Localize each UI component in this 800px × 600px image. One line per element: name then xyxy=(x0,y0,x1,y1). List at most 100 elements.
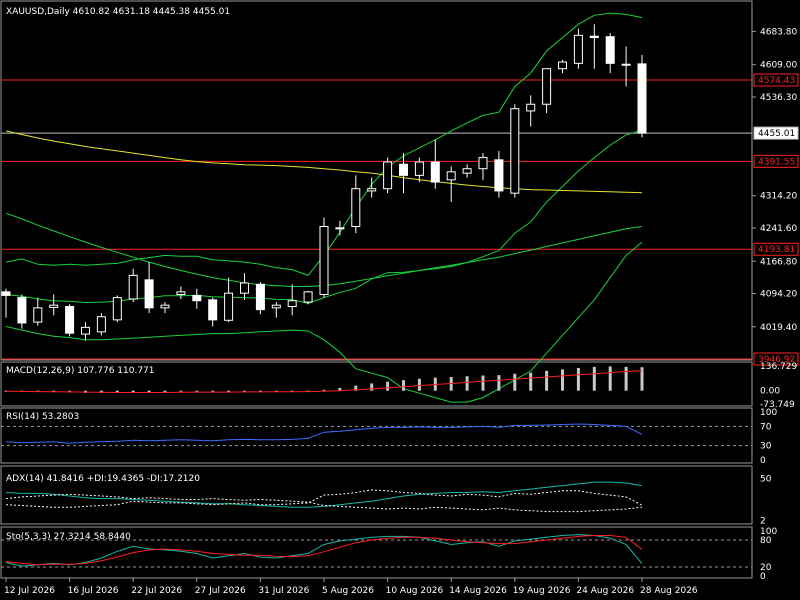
x-axis-tick-label: 5 Aug 2026 xyxy=(322,586,374,596)
candle-bull[interactable] xyxy=(240,282,249,294)
candle-bear[interactable] xyxy=(399,163,408,176)
candle-bull[interactable] xyxy=(128,274,138,300)
macd-histogram-bar xyxy=(417,378,421,391)
candle-bull[interactable] xyxy=(462,168,472,174)
macd-histogram-bar xyxy=(624,366,628,391)
candle-bull[interactable] xyxy=(510,108,520,194)
candle-bull[interactable] xyxy=(319,225,329,296)
candle-bull[interactable] xyxy=(335,227,345,230)
y-axis-tick-label: 2 xyxy=(760,516,766,526)
y-axis-tick-label: 4094.20 xyxy=(760,290,797,300)
candle-bull[interactable] xyxy=(224,292,234,321)
price-tag-label: 4455.01 xyxy=(758,129,795,139)
y-axis-tick-label: 30 xyxy=(760,442,772,452)
macd-histogram-bar xyxy=(576,367,580,391)
candle-bull[interactable] xyxy=(558,61,567,70)
x-axis-tick-label: 14 Aug 2026 xyxy=(449,586,507,596)
candle-bear[interactable] xyxy=(65,306,75,334)
y-axis-tick-label: 0.00 xyxy=(760,387,780,397)
macd-histogram-bar xyxy=(481,375,485,391)
y-axis-tick-label: 4241.60 xyxy=(760,224,797,234)
macd-histogram-bar xyxy=(561,369,564,391)
macd-histogram-bar xyxy=(147,390,151,393)
y-axis-tick-label: 50 xyxy=(760,475,772,485)
macd-histogram-bar xyxy=(513,373,517,391)
x-axis-tick-label: 31 Jul 2026 xyxy=(258,586,309,596)
price-tag-label: 4391.55 xyxy=(758,157,795,167)
x-axis-tick-label: 28 Aug 2026 xyxy=(640,586,698,596)
candle-bull[interactable] xyxy=(49,304,59,308)
candle-bull[interactable] xyxy=(367,188,377,192)
y-axis-tick-label: 100 xyxy=(760,408,777,418)
candle-bull[interactable] xyxy=(542,68,552,105)
candle-bull[interactable] xyxy=(383,161,393,190)
candle-bull[interactable] xyxy=(112,297,122,321)
symbol-header: XAUUSD,Daily 4610.82 4631.18 4445.38 445… xyxy=(6,7,230,17)
trading-chart[interactable]: XAUUSD,Daily 4610.82 4631.18 4445.38 445… xyxy=(0,0,800,600)
candle-bull[interactable] xyxy=(176,291,186,296)
y-axis-tick-label: 4536.30 xyxy=(760,93,797,103)
price-tag-label: 4193.81 xyxy=(758,245,795,255)
y-axis-tick-label: 4683.80 xyxy=(760,27,797,37)
y-axis-tick-label: 4019.40 xyxy=(760,323,797,333)
y-axis-tick-label: 0 xyxy=(760,456,766,466)
macd-histogram-bar xyxy=(370,383,374,391)
price-tag-label: 4574.43 xyxy=(758,76,795,86)
y-axis-tick-label: 4609.00 xyxy=(760,61,797,71)
x-axis-tick-label: 10 Aug 2026 xyxy=(386,586,444,596)
candle-bear[interactable] xyxy=(494,159,504,192)
candle-bull[interactable] xyxy=(446,171,456,181)
candle-bear[interactable] xyxy=(430,161,440,183)
macd-histogram-bar xyxy=(386,381,390,391)
candle-bull[interactable] xyxy=(33,307,43,323)
candle-bear[interactable] xyxy=(589,35,599,39)
macd-histogram-bar xyxy=(163,390,167,392)
candle-bull[interactable] xyxy=(303,291,313,303)
macd-histogram-bar xyxy=(402,380,405,391)
rsi-label: RSI(14) 53.2803 xyxy=(6,412,79,422)
candle-bear[interactable] xyxy=(208,299,218,321)
x-axis-tick-label: 16 Jul 2026 xyxy=(68,586,119,596)
sto-label: Sto(5,3,3) 27.3214 58.8440 xyxy=(6,532,131,542)
x-axis-tick-label: 12 Jul 2026 xyxy=(4,586,55,596)
macd-histogram-bar xyxy=(322,389,326,391)
candle-bear[interactable] xyxy=(17,297,27,324)
macd-histogram-bar xyxy=(179,390,183,392)
candle-bull[interactable] xyxy=(160,304,170,309)
candle-bull[interactable] xyxy=(96,316,106,333)
y-axis-tick-label: 4166.80 xyxy=(760,257,797,267)
macd-histogram-bar xyxy=(529,372,533,391)
candle-bull[interactable] xyxy=(287,300,297,308)
candle-bull[interactable] xyxy=(414,161,424,176)
macd-label: MACD(12,26,9) 107.776 110.771 xyxy=(6,366,155,376)
y-axis-tick-label: 70 xyxy=(760,422,772,432)
x-axis-tick-label: 22 Jul 2026 xyxy=(131,586,182,596)
candle-bear[interactable] xyxy=(144,279,154,309)
macd-histogram-bar xyxy=(465,376,469,391)
macd-histogram-bar xyxy=(608,366,612,391)
y-axis-tick-label: 0 xyxy=(760,572,766,582)
candle-bear[interactable] xyxy=(637,63,647,134)
candle-bull[interactable] xyxy=(351,188,361,227)
macd-histogram-bar xyxy=(195,390,199,392)
adx-label: ADX(14) 41.8416 +DI:19.4365 -DI:17.2120 xyxy=(6,474,200,484)
candle-bull[interactable] xyxy=(621,63,631,66)
x-axis-tick-label: 19 Aug 2026 xyxy=(513,586,571,596)
candle-bull[interactable] xyxy=(526,103,536,112)
candle-bear[interactable] xyxy=(255,283,265,311)
candle-bear[interactable] xyxy=(605,36,615,64)
macd-histogram-bar xyxy=(592,366,596,391)
y-axis-tick-label: 136.729 xyxy=(760,362,797,372)
y-axis-tick-label: 80 xyxy=(760,536,772,546)
y-axis-tick-label: 4314.20 xyxy=(760,192,797,202)
candle-bull[interactable] xyxy=(573,34,583,64)
candle-bull[interactable] xyxy=(271,304,281,309)
candle-bear[interactable] xyxy=(192,294,202,302)
candle-bear[interactable] xyxy=(1,291,11,296)
macd-histogram-bar xyxy=(497,375,501,391)
candle-bull[interactable] xyxy=(478,157,488,170)
candle-bull[interactable] xyxy=(81,326,90,335)
x-axis-tick-label: 24 Aug 2026 xyxy=(576,586,634,596)
macd-histogram-bar xyxy=(545,370,549,391)
x-axis-tick-label: 27 Jul 2026 xyxy=(195,586,246,596)
